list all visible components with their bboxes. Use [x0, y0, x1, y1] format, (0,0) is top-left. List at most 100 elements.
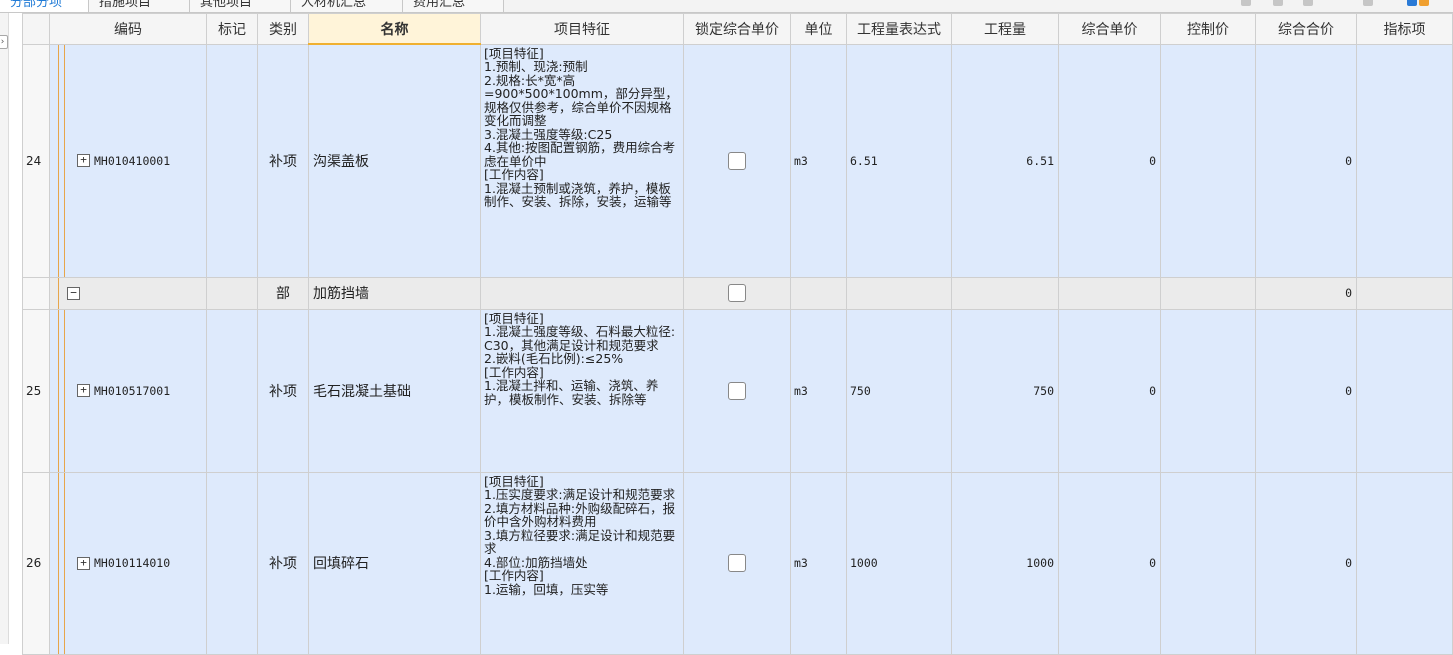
mark-cell[interactable] — [206, 276, 258, 310]
index-cell[interactable] — [1356, 308, 1453, 473]
qty-expr-cell[interactable]: 1000 — [846, 471, 952, 655]
total-cell[interactable]: 0 — [1255, 276, 1357, 310]
left-gutter: › — [0, 13, 9, 644]
col-lock-price[interactable]: 锁定综合单价 — [683, 13, 791, 45]
filter-icon[interactable] — [1241, 0, 1251, 6]
type-cell[interactable]: 补项 — [257, 471, 309, 655]
lock-price-checkbox[interactable] — [728, 284, 746, 302]
features-cell[interactable]: [项目特征] 1.压实度要求:满足设计和规范要求 2.填方材料品种:外购级配碎石… — [480, 471, 684, 655]
collapse-icon[interactable]: − — [67, 286, 80, 300]
row-number — [22, 276, 50, 310]
row-number: 24 — [22, 43, 50, 278]
qty-cell[interactable]: 750 — [951, 308, 1059, 473]
control-price-cell[interactable] — [1160, 471, 1256, 655]
item-code: MH010410001 — [94, 153, 171, 168]
tab-rencaiji[interactable]: 人材机汇总 — [291, 0, 403, 12]
collapse-panel-icon[interactable]: › — [0, 35, 8, 49]
code-cell[interactable]: + MH010517001 — [49, 308, 207, 473]
arrow-icon[interactable] — [1407, 0, 1417, 6]
part-row[interactable]: − 部 加筋挡墙 0 — [22, 276, 1453, 310]
item-code: MH010114010 — [94, 556, 171, 571]
lock-price-cell — [683, 276, 791, 310]
code-cell[interactable]: − — [49, 276, 207, 310]
tree-guide — [58, 45, 59, 276]
tab-feiyong[interactable]: 费用汇总 — [403, 0, 504, 12]
move-down-icon[interactable] — [1303, 0, 1313, 6]
col-qty[interactable]: 工程量 — [951, 13, 1059, 45]
unit-cell[interactable] — [790, 276, 847, 310]
code-cell[interactable]: + MH010410001 — [49, 43, 207, 278]
control-price-cell[interactable] — [1160, 43, 1256, 278]
tab-fenbu[interactable]: 分部分项 — [0, 0, 89, 12]
col-unit[interactable]: 单位 — [790, 13, 847, 45]
settings-icon[interactable] — [1363, 0, 1373, 6]
row-number: 25 — [22, 308, 50, 473]
name-cell[interactable]: 毛石混凝土基础 — [308, 308, 481, 473]
index-cell[interactable] — [1356, 43, 1453, 278]
unit-cell[interactable]: m3 — [790, 308, 847, 473]
col-total[interactable]: 综合合价 — [1255, 13, 1357, 45]
name-cell[interactable]: 加筋挡墙 — [308, 276, 481, 310]
table-row[interactable]: 24 + MH010410001 补项 沟渠盖板 [项目特征] 1.预制、现浇:预… — [22, 43, 1453, 278]
mark-cell[interactable] — [206, 308, 258, 473]
name-cell[interactable]: 回填碎石 — [308, 471, 481, 655]
tab-cuoshi[interactable]: 措施项目 — [89, 0, 190, 12]
total-cell[interactable]: 0 — [1255, 471, 1357, 655]
unit-cell[interactable]: m3 — [790, 471, 847, 655]
tab-strip: 分部分项 措施项目 其他项目 人材机汇总 费用汇总 — [0, 0, 1453, 13]
mark-cell[interactable] — [206, 43, 258, 278]
features-cell[interactable]: [项目特征] 1.预制、现浇:预制 2.规格:长*宽*高 =900*500*10… — [480, 43, 684, 278]
features-cell[interactable]: [项目特征] 1.混凝土强度等级、石料最大粒径:C30，其他满足设计和规范要求 … — [480, 308, 684, 473]
mark-cell[interactable] — [206, 471, 258, 655]
qty-expr-cell[interactable]: 750 — [846, 308, 952, 473]
qty-cell[interactable]: 6.51 — [951, 43, 1059, 278]
col-name[interactable]: 名称 — [308, 13, 481, 45]
expand-icon[interactable]: + — [77, 556, 90, 570]
toolbar-icons — [1223, 0, 1453, 12]
type-cell[interactable]: 补项 — [257, 43, 309, 278]
table-row[interactable]: 26 + MH010114010 补项 回填碎石 [项目特征] 1.压实度要求:满… — [22, 471, 1453, 655]
col-index[interactable]: 指标项 — [1356, 13, 1453, 45]
lock-price-checkbox[interactable] — [728, 151, 746, 170]
lock-price-checkbox[interactable] — [728, 381, 746, 400]
index-cell[interactable] — [1356, 276, 1453, 310]
col-features[interactable]: 项目特征 — [480, 13, 684, 45]
col-mark[interactable]: 标记 — [206, 13, 258, 45]
index-cell[interactable] — [1356, 471, 1453, 655]
col-type[interactable]: 类别 — [257, 13, 309, 45]
name-cell[interactable]: 沟渠盖板 — [308, 43, 481, 278]
total-cell[interactable]: 0 — [1255, 43, 1357, 278]
unit-cell[interactable]: m3 — [790, 43, 847, 278]
move-up-icon[interactable] — [1273, 0, 1283, 6]
qty-expr-cell[interactable] — [846, 276, 952, 310]
features-cell[interactable] — [480, 276, 684, 310]
total-cell[interactable]: 0 — [1255, 308, 1357, 473]
lock-price-checkbox[interactable] — [728, 554, 746, 572]
col-qty-expr[interactable]: 工程量表达式 — [846, 13, 952, 45]
lock-price-cell — [683, 471, 791, 655]
type-cell[interactable]: 补项 — [257, 308, 309, 473]
col-unit-price[interactable]: 综合单价 — [1058, 13, 1161, 45]
qty-cell[interactable]: 1000 — [951, 471, 1059, 655]
unit-price-cell[interactable] — [1058, 276, 1161, 310]
unit-price-cell[interactable]: 0 — [1058, 43, 1161, 278]
item-code: MH010517001 — [94, 383, 171, 398]
unit-price-cell[interactable]: 0 — [1058, 471, 1161, 655]
code-cell[interactable]: + MH010114010 — [49, 471, 207, 655]
qty-expr-cell[interactable]: 6.51 — [846, 43, 952, 278]
unit-price-cell[interactable]: 0 — [1058, 308, 1161, 473]
tree-guide — [64, 310, 65, 471]
type-cell[interactable]: 部 — [257, 276, 309, 310]
control-price-cell[interactable] — [1160, 276, 1256, 310]
qty-cell[interactable] — [951, 276, 1059, 310]
tab-qita[interactable]: 其他项目 — [190, 0, 291, 12]
tab-label: 费用汇总 — [413, 0, 466, 10]
control-price-cell[interactable] — [1160, 308, 1256, 473]
lock-price-cell — [683, 308, 791, 473]
expand-icon[interactable]: + — [77, 154, 90, 168]
lock-icon[interactable] — [1419, 0, 1429, 6]
col-control-price[interactable]: 控制价 — [1160, 13, 1256, 45]
table-row[interactable]: 25 + MH010517001 补项 毛石混凝土基础 [项目特征] 1.混凝土强… — [22, 308, 1453, 473]
col-code[interactable]: 编码 — [49, 13, 207, 45]
expand-icon[interactable]: + — [77, 384, 90, 398]
